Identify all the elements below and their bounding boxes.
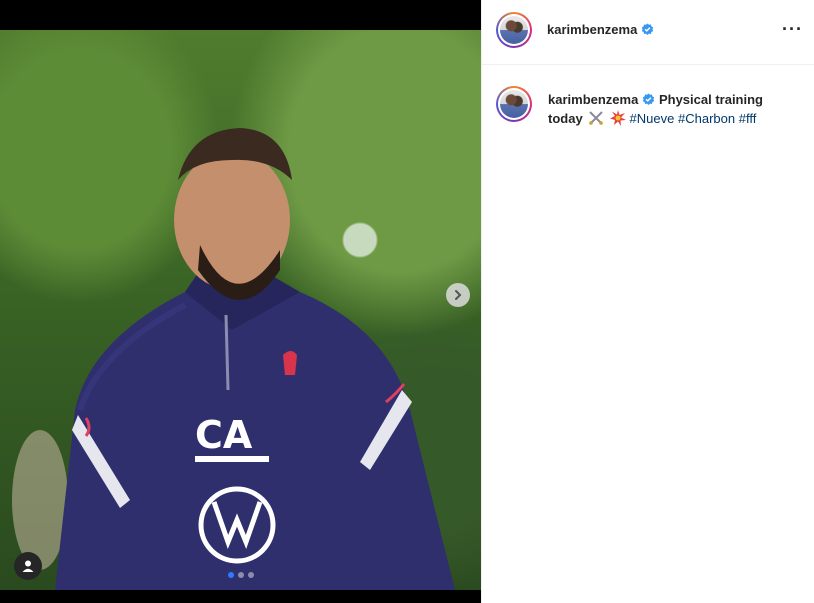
post-caption: karimbenzema Physical training today #Nu… [548,90,788,128]
post-photo: CA [0,30,481,590]
hashtag-link[interactable]: #Nueve [630,111,675,126]
post-header: karimbenzema ··· [482,0,814,65]
verified-badge-icon [642,23,654,35]
post-sidebar: karimbenzema ··· karimbenzema Physical t… [481,0,814,603]
header-username[interactable]: karimbenzema [547,22,654,37]
carousel-indicator [228,572,254,578]
header-username-text[interactable]: karimbenzema [547,22,637,37]
media-pane: CA [0,0,481,603]
hashtag-link[interactable]: #fff [739,111,757,126]
caption-username-text[interactable]: karimbenzema [548,92,638,107]
instagram-post: CA karimbenzema ··· karimbenzema Physica… [0,0,814,603]
verified-badge-icon [643,93,655,105]
caption-avatar[interactable] [496,86,532,122]
carousel-dot [238,572,244,578]
next-photo-button[interactable] [446,283,470,307]
crossed-swords-emoji [589,111,604,125]
collision-emoji [609,110,626,126]
carousel-dot [248,572,254,578]
carousel-dot-active [228,572,234,578]
hashtag-link[interactable]: #Charbon [678,111,735,126]
svg-text:CA: CA [195,413,253,457]
avatar[interactable] [496,12,532,48]
chevron-right-icon [455,290,462,300]
user-tags-button[interactable] [14,552,42,580]
photo-illustration: CA [12,128,455,590]
caption-username[interactable]: karimbenzema [548,92,655,107]
more-options-icon[interactable]: ··· [782,20,803,38]
user-tag-icon [22,560,34,572]
